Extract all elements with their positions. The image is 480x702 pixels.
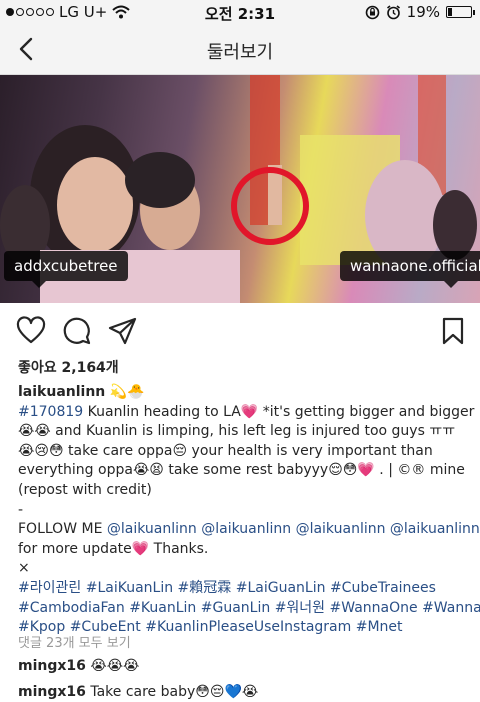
comment-text: 😭😭😭 [90,658,140,674]
comment-username[interactable]: mingx16 [18,658,86,674]
view-all-comments-link[interactable]: 댓글 23개 모두 보기 [18,632,131,651]
mention-link[interactable]: @laikuanlinn [201,521,291,537]
comment-item: mingx16 😭😭😭 [18,658,139,674]
alarm-icon [386,4,400,19]
comment-icon[interactable] [62,316,92,346]
hashtag-link[interactable]: #워너원 [275,600,325,616]
page-title: 둘러보기 [206,42,274,63]
user-tag-right[interactable]: wannaone.official [340,251,480,288]
caption-line: #CambodiaFan #KuanLin #GuanLin #워너원 #Wan… [18,599,480,619]
hashtag-link[interactable]: #KuanLin [129,600,196,616]
mention-link[interactable]: @laikuanlinn [296,521,386,537]
hashtag-link[interactable]: #LaiKuanLin [86,580,173,596]
hashtag-link[interactable]: #LaiGuanLin [236,580,326,596]
nav-header: 둘러보기 [0,24,480,75]
caption-author-line: laikuanlinn 💫🐣 [18,383,470,403]
caption-username[interactable]: laikuanlinn [18,384,105,400]
caption-line: #라이관린 #LaiKuanLin #賴冠霖 #LaiGuanLin #Cube… [18,579,470,599]
hashtag-link[interactable]: #WannaOne [330,600,418,616]
hashtag-link[interactable]: #Wannable [422,600,480,616]
caption-line: (repost with credit) [18,481,152,498]
post-caption: laikuanlinn 💫🐣 #170819 Kuanlin heading t… [18,383,480,638]
bookmark-icon[interactable] [438,316,468,346]
hashtag-link[interactable]: #賴冠霖 [178,580,232,596]
likes-count[interactable]: 좋아요 2,164개 [18,357,119,377]
comment-item: mingx16 Take care baby😳😔💙😭 [18,684,258,700]
hashtag-link[interactable]: #CambodiaFan [18,600,125,616]
battery-icon [446,6,475,18]
user-tag-left[interactable]: addxcubetree [4,251,128,288]
hashtag-link[interactable]: #CubeTrainees [330,580,436,596]
rotation-lock-icon [365,5,379,19]
caption-line: × [18,560,30,577]
mention-link[interactable]: @laikuanlinn [107,521,197,537]
caption-text: #170819 Kuanlin heading to LA💗 *it's get… [18,403,480,638]
caption-line: for more update💗 Thanks. [18,540,209,557]
battery-percent: 19% [406,3,440,21]
comment-username[interactable]: mingx16 [18,684,86,700]
status-bar: LG U+ 오전 2:31 19% [0,0,480,24]
caption-line: - [18,501,24,518]
caption-user-emoji: 💫🐣 [109,384,145,400]
hashtag-link[interactable]: #라이관린 [18,580,81,596]
hashtag-link[interactable]: #KuanlinPleaseUseInstagram [145,619,351,635]
caption-line: 😭😢😳 take care oppa😔 your health is very … [18,442,433,459]
hashtag-link[interactable]: #Mnet [356,619,403,635]
caption-line: FOLLOW ME @laikuanlinn @laikuanlinn @lai… [18,521,480,538]
comment-text: Take care baby😳😔💙😭 [90,684,259,700]
caption-line: 😭😭 and Kuanlin is limping, his left leg … [18,423,456,440]
share-icon[interactable] [108,316,138,346]
mention-link[interactable]: @laikuanlinn [390,521,480,537]
action-bar [0,313,480,349]
post-photo[interactable]: addxcubetree wannaone.official [0,75,480,303]
heart-icon[interactable] [16,316,46,346]
hashtag-link[interactable]: #170819 [18,404,83,420]
caption-line: #170819 Kuanlin heading to LA💗 *it's get… [18,403,475,420]
caption-line: everything oppa😭😫 take some rest babyyy😌… [18,462,465,479]
status-right: 19% [365,3,475,21]
hashtag-link[interactable]: #GuanLin [201,600,270,616]
